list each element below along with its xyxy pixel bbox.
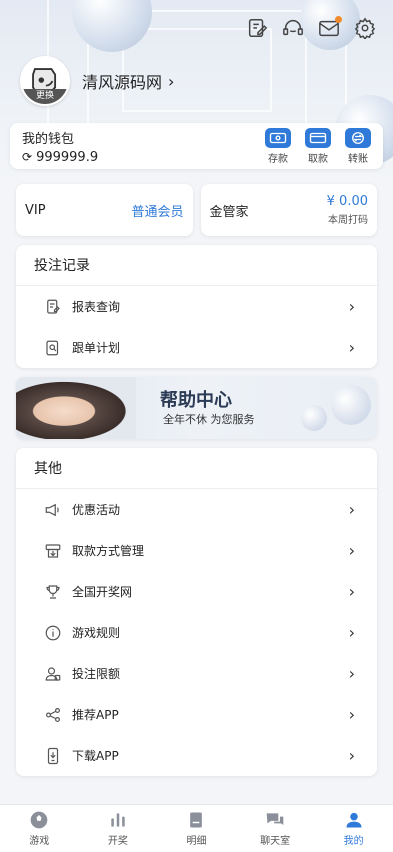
- menu-item-bet-limit[interactable]: 投注限额 ›: [16, 653, 377, 694]
- help-subtitle: 全年不休 为您服务: [163, 413, 255, 426]
- menu-item-download-app[interactable]: 下载APP ›: [16, 735, 377, 776]
- chevron-right-icon: ›: [348, 297, 355, 316]
- mail-icon[interactable]: [317, 16, 342, 40]
- wallet-amount: 999999.9: [36, 149, 99, 165]
- wallet-actions: 存款 取款 转账: [265, 127, 371, 165]
- username-link[interactable]: 清风源码网 ›: [82, 69, 174, 93]
- wallet-title: 我的钱包: [22, 131, 75, 147]
- avatar-change-badge[interactable]: 更换: [22, 89, 68, 104]
- chevron-right-icon: ›: [168, 71, 175, 91]
- deposit-label: 存款: [268, 153, 288, 165]
- chart-icon: [107, 810, 129, 830]
- manager-card[interactable]: 金管家 ¥ 0.00 本周打码: [200, 184, 377, 236]
- top-toolbar: [245, 16, 377, 40]
- other-section: 其他 优惠活动 › 取款方式管理 › 全国开奖网 › 游戏规则 › 投注限额 ›: [16, 448, 377, 776]
- customer-service-image: [16, 377, 136, 439]
- profile-icon: [343, 810, 365, 830]
- transfer-button[interactable]: 转账: [345, 127, 371, 165]
- lottery-ball-decoration: [331, 385, 371, 425]
- bet-records-section: 投注记录 报表查询 › 跟单计划 ›: [16, 245, 377, 368]
- vip-label: VIP: [25, 202, 46, 218]
- menu-item-label: 优惠活动: [72, 503, 121, 517]
- tab-label: 明细: [186, 836, 207, 847]
- menu-item-label: 投注限额: [72, 667, 121, 681]
- chevron-right-icon: ›: [348, 541, 355, 560]
- bottom-tab-bar: 游戏 开奖 明细 聊天室 我的: [0, 804, 393, 852]
- menu-item-label: 报表查询: [72, 300, 121, 314]
- chevron-right-icon: ›: [348, 582, 355, 601]
- vip-card[interactable]: VIP 普通会员: [16, 184, 193, 236]
- menu-item-promotions[interactable]: 优惠活动 ›: [16, 489, 377, 530]
- avatar[interactable]: 更换: [20, 56, 70, 106]
- chevron-right-icon: ›: [348, 623, 355, 642]
- chat-icon: [264, 810, 286, 830]
- wallet-balance: ⟳ 999999.9: [22, 150, 265, 165]
- wallet-card: 我的钱包 ⟳ 999999.9 存款 取款 转账: [10, 123, 383, 169]
- megaphone-icon: [44, 501, 62, 519]
- menu-item-report[interactable]: 报表查询 ›: [16, 286, 377, 327]
- search-doc-icon: [44, 339, 62, 357]
- chevron-right-icon: ›: [348, 746, 355, 765]
- tab-chat-room[interactable]: 聊天室: [236, 805, 315, 852]
- wallet-info: 我的钱包 ⟳ 999999.9: [22, 128, 265, 165]
- info-icon: [44, 624, 62, 642]
- menu-item-label: 全国开奖网: [72, 585, 133, 599]
- menu-item-follow-plan[interactable]: 跟单计划 ›: [16, 327, 377, 368]
- tab-games[interactable]: 游戏: [0, 805, 79, 852]
- manager-amount: ¥ 0.00: [326, 194, 368, 209]
- manager-values: ¥ 0.00 本周打码: [327, 194, 368, 226]
- lottery-ball-decoration: [301, 405, 327, 431]
- share-icon: [44, 706, 62, 724]
- vip-level: 普通会员: [131, 204, 184, 220]
- chevron-right-icon: ›: [348, 664, 355, 683]
- menu-item-withdraw-method[interactable]: 取款方式管理 ›: [16, 530, 377, 571]
- withdraw-label: 取款: [308, 153, 328, 165]
- help-center-banner[interactable]: 帮助中心 全年不休 为您服务: [16, 377, 377, 439]
- section-title: 其他: [16, 448, 377, 489]
- menu-item-label: 游戏规则: [72, 626, 121, 640]
- ball-icon: [28, 810, 50, 830]
- edit-icon[interactable]: [245, 16, 269, 40]
- tab-details[interactable]: 明细: [157, 805, 236, 852]
- deposit-button[interactable]: 存款: [265, 127, 291, 165]
- menu-item-label: 下载APP: [72, 749, 119, 763]
- profile-header[interactable]: 更换 清风源码网 ›: [20, 56, 174, 106]
- deposit-icon: [265, 127, 291, 148]
- manager-label: 金管家: [209, 204, 249, 220]
- withdraw-method-icon: [44, 542, 62, 560]
- username: 清风源码网: [82, 73, 163, 92]
- section-title: 投注记录: [16, 245, 377, 286]
- chevron-right-icon: ›: [348, 705, 355, 724]
- menu-item-lottery-results[interactable]: 全国开奖网 ›: [16, 571, 377, 612]
- report-icon: [44, 298, 62, 316]
- download-phone-icon: [44, 747, 62, 765]
- chevron-right-icon: ›: [348, 338, 355, 357]
- summary-cards: VIP 普通会员 金管家 ¥ 0.00 本周打码: [16, 184, 377, 236]
- transfer-label: 转账: [348, 153, 368, 165]
- tab-label: 开奖: [107, 836, 128, 847]
- gear-icon[interactable]: [353, 16, 377, 40]
- menu-item-label: 跟单计划: [72, 341, 121, 355]
- tab-label: 游戏: [29, 836, 50, 847]
- menu-item-label: 取款方式管理: [72, 544, 145, 558]
- tab-lottery-results[interactable]: 开奖: [79, 805, 158, 852]
- user-limit-icon: [44, 665, 62, 683]
- withdraw-button[interactable]: 取款: [305, 127, 331, 165]
- manager-note: 本周打码: [328, 215, 368, 226]
- tab-mine[interactable]: 我的: [314, 805, 393, 852]
- chevron-right-icon: ›: [348, 500, 355, 519]
- withdraw-icon: [305, 127, 331, 148]
- menu-item-game-rules[interactable]: 游戏规则 ›: [16, 612, 377, 653]
- menu-item-label: 推荐APP: [72, 708, 119, 722]
- tab-label: 我的: [343, 836, 364, 847]
- headset-icon[interactable]: [281, 16, 305, 40]
- notification-dot: [335, 16, 342, 23]
- trophy-icon: [44, 583, 62, 601]
- tab-label: 聊天室: [260, 836, 291, 847]
- help-title: 帮助中心: [160, 390, 232, 411]
- transfer-icon: [345, 127, 371, 148]
- list-icon: [185, 810, 207, 830]
- menu-item-recommend-app[interactable]: 推荐APP ›: [16, 694, 377, 735]
- refresh-coin-icon[interactable]: ⟳: [22, 150, 32, 164]
